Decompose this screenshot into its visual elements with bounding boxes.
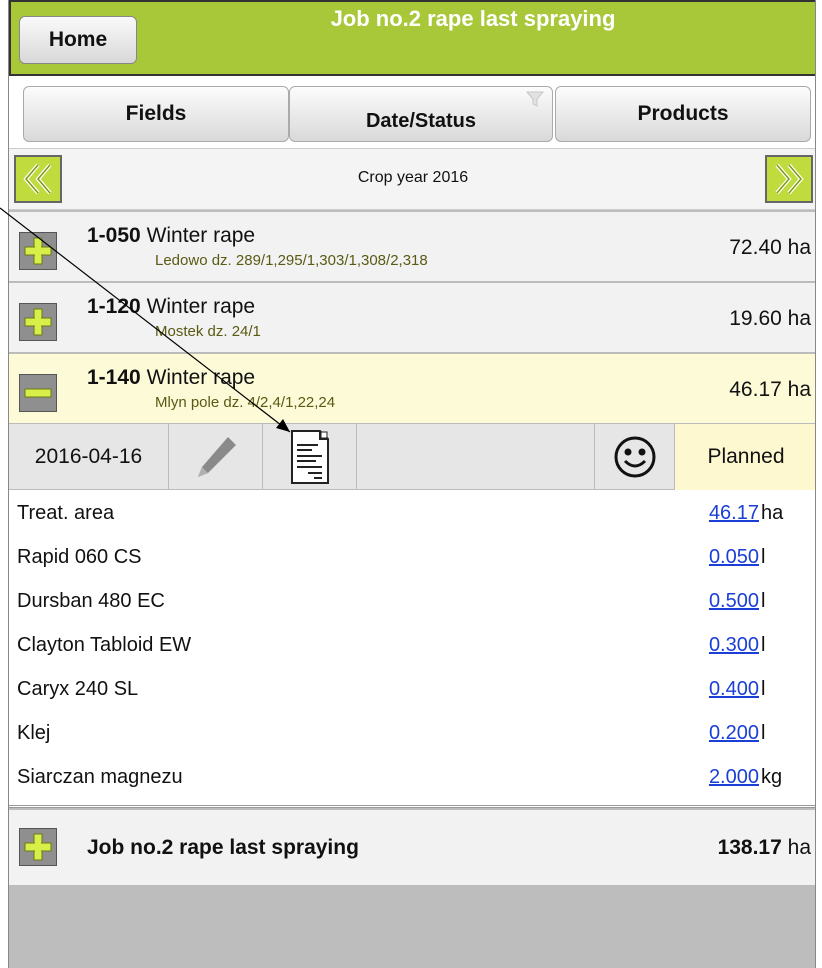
- product-name: Siarczan magnezu: [17, 766, 183, 788]
- document-button[interactable]: [263, 424, 357, 490]
- job-summary-name: Job no.2 rape last spraying: [87, 836, 359, 859]
- field-row[interactable]: 1-050 Winter rape Ledowo dz. 289/1,295/1…: [9, 212, 815, 282]
- product-value-link[interactable]: 0.200: [709, 722, 759, 745]
- field-location: Mlyn pole dz. 4/2,4/1,22,24: [155, 394, 336, 411]
- expand-button[interactable]: [19, 232, 57, 270]
- job-summary-area: 138.17 ha: [717, 836, 811, 859]
- crop-year-label: Crop year 2016: [357, 169, 469, 186]
- header-bar: Home Job no.2 rape last spraying: [9, 0, 815, 76]
- next-year-button[interactable]: [765, 155, 813, 203]
- edit-button[interactable]: [169, 424, 263, 490]
- product-unit: ha: [761, 502, 784, 524]
- tab-bar: Fields Date/Status Products: [9, 76, 815, 148]
- field-crop: Winter rape: [146, 224, 256, 247]
- page-title: Job no.2 rape last spraying: [330, 6, 616, 31]
- home-button[interactable]: Home: [19, 16, 137, 64]
- job-summary-row[interactable]: Job no.2 rape last spraying 138.17 ha: [9, 810, 815, 886]
- product-name: Caryx 240 SL: [17, 678, 139, 700]
- filter-icon: [526, 91, 544, 107]
- field-row[interactable]: 1-120 Winter rape Mostek dz. 24/1 19.60 …: [9, 283, 815, 353]
- product-unit: l: [761, 546, 766, 568]
- field-area: 72.40 ha: [729, 236, 811, 259]
- status-mood-button[interactable]: [595, 424, 675, 490]
- expand-job-button[interactable]: [19, 828, 57, 866]
- status-badge[interactable]: Planned: [675, 424, 815, 490]
- field-crop: Winter rape: [146, 295, 256, 318]
- product-value-link[interactable]: 46.17: [709, 502, 759, 525]
- toolbar-spacer: [357, 424, 595, 490]
- expand-button[interactable]: [19, 303, 57, 341]
- app-frame: Home Job no.2 rape last spraying Fields …: [8, 0, 816, 968]
- list-item: Treat. area 46.17 ha: [9, 490, 815, 534]
- list-item: Dursban 480 EC 0.500 l: [9, 578, 815, 622]
- field-code: 1-120 Winter rape: [87, 295, 256, 318]
- products-list: Treat. area 46.17 ha Rapid 060 CS 0.050 …: [9, 490, 815, 808]
- field-crop: Winter rape: [146, 366, 256, 389]
- tab-products[interactable]: Products: [555, 86, 811, 142]
- tab-fields[interactable]: Fields: [23, 86, 289, 142]
- tab-date-status-label: Date/Status: [365, 109, 477, 132]
- field-location: Ledowo dz. 289/1,295/1,303/1,308/2,318: [155, 252, 428, 269]
- product-unit: kg: [761, 766, 783, 788]
- document-icon: [290, 430, 329, 484]
- field-row-expanded[interactable]: 1-140 Winter rape Mlyn pole dz. 4/2,4/1,…: [9, 354, 815, 424]
- product-name: Clayton Tabloid EW: [17, 634, 192, 656]
- product-name: Rapid 060 CS: [17, 546, 142, 568]
- smiley-icon: [614, 436, 655, 478]
- crop-year-bar: Crop year 2016: [9, 148, 815, 210]
- minus-icon: [24, 388, 52, 398]
- field-area: 46.17 ha: [729, 378, 811, 401]
- list-item: Siarczan magnezu 2.000 kg: [9, 754, 815, 798]
- product-value-link[interactable]: 0.500: [709, 590, 759, 613]
- list-item: Clayton Tabloid EW 0.300 l: [9, 622, 815, 666]
- field-code: 1-140 Winter rape: [87, 366, 256, 389]
- product-unit: l: [761, 590, 766, 612]
- field-code: 1-050 Winter rape: [87, 224, 256, 247]
- tab-date-status[interactable]: Date/Status: [289, 86, 553, 142]
- product-value-link[interactable]: 2.000: [709, 766, 759, 789]
- double-chevron-right-icon: [775, 163, 804, 195]
- product-name: Treat. area: [17, 502, 115, 524]
- product-name: Klej: [17, 722, 51, 744]
- list-item: Rapid 060 CS 0.050 l: [9, 534, 815, 578]
- product-value-link[interactable]: 0.300: [709, 634, 759, 657]
- field-location: Mostek dz. 24/1: [155, 323, 261, 340]
- product-value-link[interactable]: 0.400: [709, 678, 759, 701]
- plus-icon: [24, 237, 52, 265]
- product-unit: l: [761, 634, 766, 656]
- list-item: Caryx 240 SL 0.400 l: [9, 666, 815, 710]
- collapse-button[interactable]: [19, 374, 57, 412]
- job-toolbar: 2016-04-16 Planned: [9, 424, 815, 490]
- pencil-icon: [197, 437, 236, 477]
- product-name: Dursban 480 EC: [17, 590, 165, 612]
- list-item: Klej 0.200 l: [9, 710, 815, 754]
- job-date[interactable]: 2016-04-16: [9, 424, 169, 490]
- product-unit: l: [761, 722, 766, 744]
- product-unit: l: [761, 678, 766, 700]
- field-area: 19.60 ha: [729, 307, 811, 330]
- product-value-link[interactable]: 0.050: [709, 546, 759, 569]
- plus-icon: [24, 308, 52, 336]
- plus-icon: [24, 833, 52, 861]
